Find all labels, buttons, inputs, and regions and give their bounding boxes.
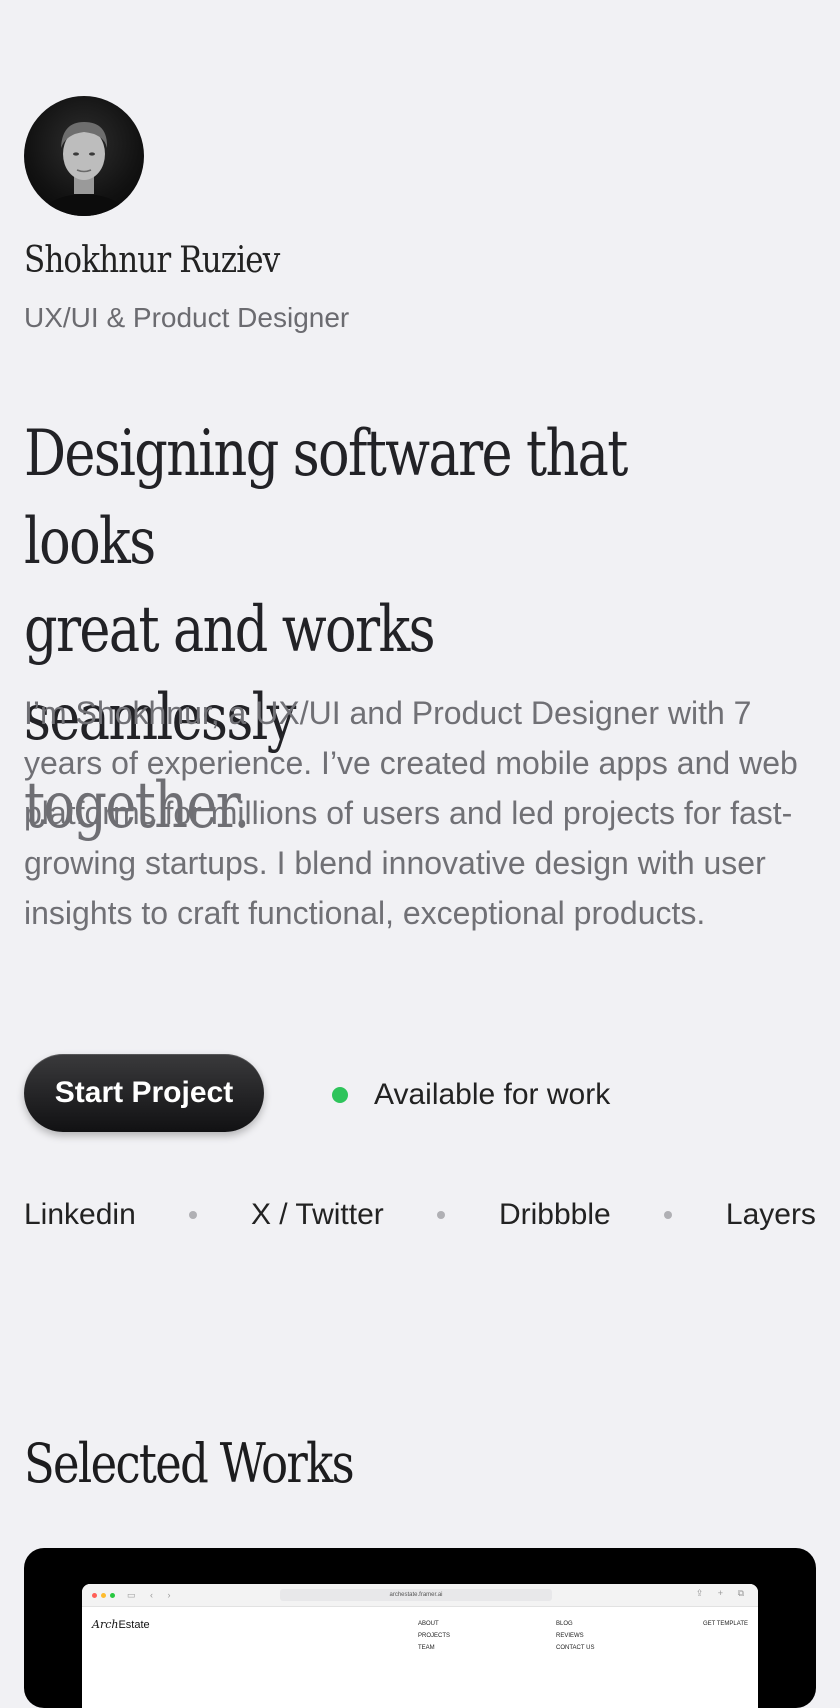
start-project-button[interactable]: Start Project (24, 1054, 264, 1132)
availability-status: Available for work (308, 1078, 610, 1112)
browser-nav-icons: ▭ ‹ › (127, 1589, 177, 1600)
section-title: Selected Works (24, 1432, 355, 1495)
address-bar: archestate.framer.ai (280, 1589, 552, 1601)
status-label: Available for work (374, 1078, 611, 1111)
preview-nav-cta: GET TEMPLATE (702, 1621, 748, 1627)
separator-dot-icon (664, 1211, 673, 1219)
browser-toolbar: ▭ ‹ › archestate.framer.ai ⇪ + ⧉ (82, 1584, 758, 1607)
social-link-layers[interactable]: Layers (726, 1198, 816, 1232)
preview-nav-col-1: ABOUT PROJECTS TEAM (418, 1621, 451, 1651)
social-link-linkedin[interactable]: Linkedin (24, 1198, 136, 1232)
project-card[interactable]: ▭ ‹ › archestate.framer.ai ⇪ + ⧉ ArchEst… (24, 1548, 816, 1708)
social-links: Linkedin X / Twitter Dribbble Layers (24, 1198, 816, 1232)
profile-name: Shokhnur Ruziev (24, 240, 280, 281)
browser-actions-icons: ⇪ + ⧉ (695, 1588, 750, 1598)
status-dot-icon (332, 1087, 348, 1103)
bio-paragraph: I’m Shokhnur, a UX/UI and Product Design… (24, 695, 798, 931)
close-dot-icon (92, 1592, 97, 1598)
social-link-dribbble[interactable]: Dribbble (499, 1198, 611, 1232)
minimize-dot-icon (101, 1592, 106, 1598)
preview-logo: ArchEstate (92, 1618, 150, 1631)
profile-role: UX/UI & Product Designer (24, 302, 350, 333)
headline-line-1: Designing software that looks (24, 417, 628, 579)
maximize-dot-icon (110, 1592, 115, 1598)
portrait-image (37, 122, 131, 216)
preview-nav-col-2: BLOG REVIEWS CONTACT US (556, 1621, 595, 1651)
browser-preview: ▭ ‹ › archestate.framer.ai ⇪ + ⧉ ArchEst… (82, 1584, 758, 1708)
social-link-twitter[interactable]: X / Twitter (251, 1198, 384, 1232)
avatar (24, 96, 144, 216)
separator-dot-icon (189, 1211, 198, 1219)
separator-dot-icon (437, 1211, 446, 1219)
